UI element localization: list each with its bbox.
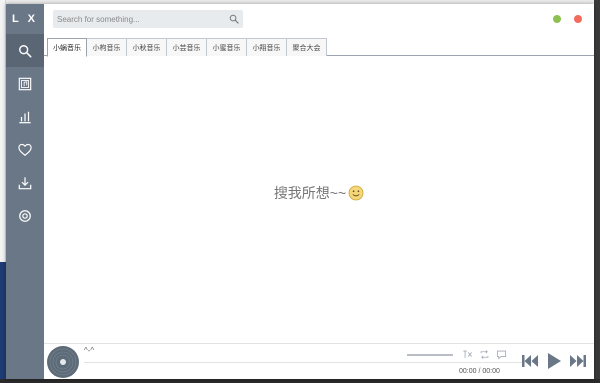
top-bar bbox=[44, 4, 594, 34]
search-box[interactable] bbox=[53, 10, 243, 28]
source-tabs: 小蜗音乐 小枸音乐 小秋音乐 小芸音乐 小蜜音乐 小翔音乐 聚合大会 bbox=[44, 38, 594, 57]
sidebar-item-favorites[interactable] bbox=[6, 133, 44, 166]
next-track-icon[interactable] bbox=[570, 354, 586, 368]
sidebar-item-charts[interactable] bbox=[6, 100, 44, 133]
desktop-background-right bbox=[594, 0, 600, 383]
search-icon bbox=[19, 44, 32, 57]
volume-slider[interactable] bbox=[407, 354, 453, 356]
search-input[interactable] bbox=[57, 14, 229, 24]
sidebar: L X bbox=[6, 4, 44, 379]
tab-source-4[interactable]: 小蜜音乐 bbox=[207, 38, 247, 56]
tab-source-3[interactable]: 小芸音乐 bbox=[167, 38, 207, 56]
tab-source-2[interactable]: 小秋音乐 bbox=[127, 38, 167, 56]
progress-bar[interactable] bbox=[84, 362, 539, 363]
song-title: ^-^ bbox=[84, 346, 95, 355]
settings-icon bbox=[19, 209, 31, 222]
sidebar-item-downloads[interactable] bbox=[6, 166, 44, 199]
chart-icon bbox=[19, 111, 31, 123]
minimize-button[interactable] bbox=[553, 15, 561, 23]
previous-track-icon[interactable] bbox=[522, 354, 538, 368]
download-icon bbox=[18, 176, 32, 189]
playback-time: 00:00 / 00:00 bbox=[459, 368, 500, 375]
playback-controls bbox=[522, 353, 586, 369]
sidebar-item-library[interactable] bbox=[6, 67, 44, 100]
window-controls bbox=[553, 15, 582, 23]
album-disc-icon[interactable] bbox=[46, 345, 80, 379]
player-bar: ^-^ 00:00 / 00:00 bbox=[44, 343, 594, 379]
total-time: 00:00 bbox=[482, 368, 500, 375]
repeat-icon[interactable] bbox=[479, 349, 490, 360]
lyrics-toggle-icon[interactable] bbox=[462, 349, 473, 360]
app-logo: L X bbox=[12, 13, 38, 25]
app-window: L X Search for something... 小蜗音乐 小枸音乐 小秋… bbox=[6, 4, 594, 379]
main-panel: 小蜗音乐 小枸音乐 小秋音乐 小芸音乐 小蜜音乐 小翔音乐 聚合大会 搜我所想~… bbox=[44, 4, 594, 379]
play-icon[interactable] bbox=[547, 353, 561, 369]
player-option-icons bbox=[462, 349, 507, 360]
tab-source-0[interactable]: 小蜗音乐 bbox=[47, 38, 87, 57]
current-time: 00:00 bbox=[459, 368, 477, 375]
sidebar-item-search[interactable] bbox=[6, 34, 44, 67]
empty-state-message: 搜我所想~~ bbox=[273, 184, 347, 201]
heart-icon bbox=[18, 143, 32, 156]
search-results-area: 搜我所想~~ bbox=[44, 56, 594, 343]
empty-state: 搜我所想~~ bbox=[274, 183, 364, 203]
tab-source-5[interactable]: 小翔音乐 bbox=[247, 38, 287, 56]
tab-source-1[interactable]: 小枸音乐 bbox=[87, 38, 127, 56]
desktop-background-bottom bbox=[0, 379, 600, 383]
smiley-icon bbox=[348, 185, 364, 200]
comment-icon[interactable] bbox=[496, 349, 507, 360]
close-button[interactable] bbox=[574, 15, 582, 23]
tab-aggregate[interactable]: 聚合大会 bbox=[287, 38, 327, 56]
search-icon[interactable] bbox=[229, 14, 239, 24]
sidebar-item-settings[interactable] bbox=[6, 199, 44, 232]
music-library-icon bbox=[18, 77, 32, 90]
time-separator: / bbox=[478, 368, 481, 375]
